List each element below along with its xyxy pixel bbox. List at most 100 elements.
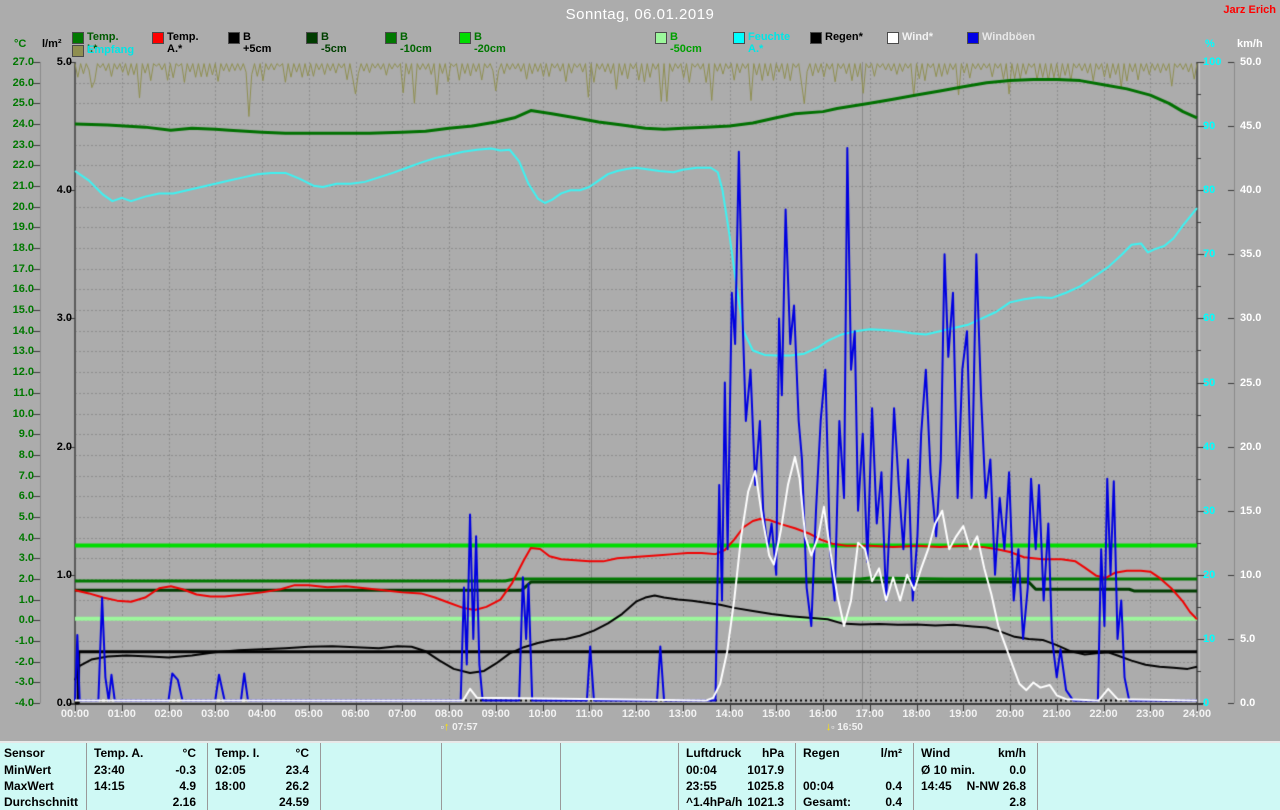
celsius-tick-label: 20.0 — [12, 200, 34, 213]
time-tick-label: 16:00 — [808, 708, 838, 720]
table-separator — [207, 743, 208, 810]
time-tick-label: 17:00 — [855, 708, 884, 720]
celsius-tick-label: 2.0 — [18, 572, 34, 585]
legend-swatch-icon — [733, 32, 745, 44]
legend-swatch-icon — [72, 45, 84, 57]
legend-label: Empfang — [87, 44, 135, 56]
table-cell-temp-i-value: 26.2 — [285, 779, 309, 793]
celsius-tick-label: 26.0 — [12, 76, 34, 89]
table-cell-luftdruck-value: 1025.8 — [747, 779, 784, 793]
humidity-tick-label: 60 — [1203, 312, 1216, 325]
legend-label: Windböen — [982, 31, 1036, 43]
celsius-tick-label: 11.0 — [13, 386, 34, 399]
legend-label: Wind* — [902, 31, 934, 43]
windspeed-tick-label: 25.0 — [1240, 376, 1262, 389]
celsius-tick-label: 7.0 — [18, 469, 34, 482]
celsius-tick-label: 1.0 — [18, 593, 34, 606]
rain-tick-label: 3.0 — [56, 312, 72, 325]
celsius-tick-label: 14.0 — [12, 324, 34, 337]
table-unit-temp-a: °C — [182, 746, 196, 760]
celsius-tick-label: 13.0 — [12, 345, 34, 358]
chart-canvas — [0, 0, 1280, 745]
summary-table: Sensor MinWert MaxWert Durchschnitt Temp. A.… — [0, 741, 1280, 810]
table-cell-luftdruck-value: 1021.3 — [747, 795, 784, 809]
legend-swatch-icon — [72, 32, 84, 44]
time-tick-label: 04:00 — [247, 708, 277, 720]
table-cell-luftdruck-value: 1017.9 — [747, 763, 784, 777]
celsius-tick-label: 24.0 — [12, 118, 34, 131]
windspeed-tick-label: 35.0 — [1240, 248, 1262, 261]
humidity-tick-label: 50 — [1203, 376, 1216, 389]
celsius-tick-label: 16.0 — [12, 283, 34, 296]
windspeed-tick-label: 10.0 — [1240, 568, 1262, 581]
legend-swatch-icon — [655, 32, 667, 44]
wind-axis-unit: km/h — [1237, 38, 1263, 50]
celsius-tick-label: 23.0 — [12, 138, 34, 151]
windspeed-tick-label: 20.0 — [1240, 440, 1262, 453]
legend-label: B -50cm — [670, 31, 702, 55]
rain-tick-label: 2.0 — [56, 440, 72, 453]
celsius-tick-label: 8.0 — [18, 448, 34, 461]
humidity-axis-unit: % — [1205, 38, 1215, 50]
time-tick-label: 11:00 — [575, 708, 604, 720]
celsius-tick-label: 10.0 — [12, 407, 34, 420]
time-tick-label: 00:00 — [60, 708, 90, 720]
time-tick-label: 10:00 — [528, 708, 557, 720]
legend-label: B -5cm — [321, 31, 347, 55]
rain-tick-label: 4.0 — [56, 184, 72, 197]
table-unit-wind: km/h — [997, 746, 1026, 760]
humidity-tick-label: 40 — [1203, 440, 1216, 453]
time-tick-label: 15:00 — [762, 708, 791, 720]
time-tick-label: 23:00 — [1136, 708, 1165, 720]
sunrise-time: 07:57 — [452, 722, 478, 733]
sunrise-marker: ▫↑ 07:57 — [441, 721, 478, 733]
sun-dot-icon: ▫ — [831, 722, 835, 732]
table-separator — [678, 743, 679, 810]
page-title: Sonntag, 06.01.2019 — [565, 6, 715, 23]
legend-swatch-icon — [385, 32, 397, 44]
time-tick-label: 22:00 — [1089, 708, 1118, 720]
legend-swatch-icon — [810, 32, 822, 44]
humidity-tick-label: 100 — [1203, 56, 1222, 68]
table-unit-temp-i: °C — [295, 746, 309, 760]
legend-swatch-icon — [887, 32, 899, 44]
celsius-tick-label: 27.0 — [12, 56, 34, 68]
celsius-tick-label: 21.0 — [12, 180, 34, 193]
time-tick-label: 07:00 — [388, 708, 417, 720]
celsius-tick-label: 6.0 — [18, 490, 34, 503]
table-cell-temp-i-value: 23.4 — [285, 763, 309, 777]
humidity-tick-label: 70 — [1203, 248, 1216, 261]
table-unit-regen: l/m² — [880, 746, 902, 760]
legend-label: B -20cm — [474, 31, 506, 55]
legend-swatch-icon — [967, 32, 979, 44]
table-unit-luftdruck: hPa — [761, 746, 784, 760]
time-tick-label: 05:00 — [294, 708, 323, 720]
rain-axis-unit: l/m² — [42, 38, 62, 50]
weather-chart-window: Sonntag, 06.01.2019 Jarz Erich Temp. I.*… — [0, 0, 1280, 810]
legend-swatch-icon — [152, 32, 164, 44]
celsius-tick-label: 22.0 — [12, 159, 34, 172]
table-cell-wind-value: 0.0 — [1009, 763, 1026, 777]
time-tick-label: 24:00 — [1182, 708, 1212, 720]
legend-label: Regen* — [825, 31, 863, 43]
humidity-tick-label: 90 — [1203, 120, 1216, 133]
windspeed-tick-label: 30.0 — [1240, 312, 1262, 325]
table-cell-temp-a-value: 2.16 — [172, 795, 196, 809]
table-row-label: Sensor — [4, 746, 45, 760]
table-cell-regen-value: 0.4 — [885, 795, 902, 809]
legend-label: Temp. A.* — [167, 31, 199, 55]
celsius-tick-label: 19.0 — [12, 221, 34, 234]
table-row-label: Durchschnitt — [4, 795, 79, 809]
humidity-tick-label: 80 — [1203, 184, 1216, 197]
time-tick-label: 01:00 — [107, 708, 136, 720]
celsius-tick-label: 15.0 — [12, 304, 34, 317]
time-tick-label: 18:00 — [902, 708, 931, 720]
time-tick-label: 19:00 — [949, 708, 978, 720]
celsius-tick-label: -2.0 — [15, 655, 34, 668]
table-cell-temp-a-value: -0.3 — [175, 763, 196, 777]
legend-label: Feuchte A.* — [748, 31, 791, 55]
legend-swatch-icon — [459, 32, 471, 44]
windspeed-tick-label: 40.0 — [1240, 184, 1262, 197]
legend-swatch-icon — [228, 32, 240, 44]
time-tick-label: 13:00 — [668, 708, 697, 720]
